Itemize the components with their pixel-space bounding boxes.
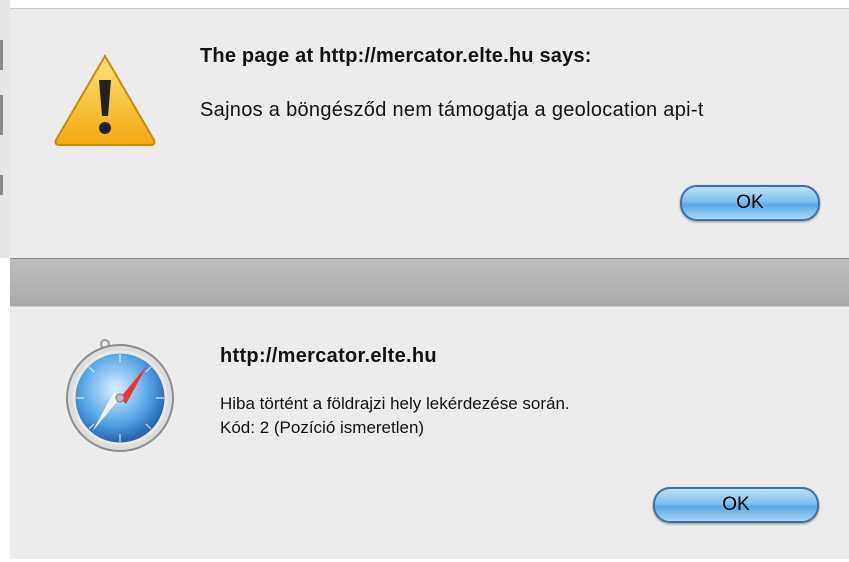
- background-window-edge: [0, 0, 10, 258]
- edge-mark: [0, 175, 3, 195]
- safari-compass-icon: [66, 339, 174, 452]
- message-line-1: Hiba történt a földrajzi hely lekérdezés…: [220, 394, 570, 413]
- edge-mark: [0, 95, 3, 135]
- alert-dialog-bottom: http://mercator.elte.hu Hiba történt a f…: [10, 306, 849, 559]
- alert-dialog-top: The page at http://mercator.elte.hu says…: [10, 8, 849, 259]
- warning-triangle-icon: [54, 54, 156, 146]
- message-line-2: Kód: 2 (Pozíció ismeretlen): [220, 418, 425, 437]
- edge-mark: [0, 40, 3, 70]
- dialog-message: Hiba történt a földrajzi hely lekérdezés…: [220, 392, 570, 440]
- dialog-message: Sajnos a böngésződ nem támogatja a geolo…: [200, 99, 704, 121]
- dialog-title: http://mercator.elte.hu: [220, 345, 437, 367]
- dialog-title: The page at http://mercator.elte.hu says…: [200, 45, 592, 67]
- ok-button[interactable]: OK: [680, 185, 820, 221]
- ok-button[interactable]: OK: [653, 487, 819, 523]
- window-divider-bar: [10, 258, 849, 307]
